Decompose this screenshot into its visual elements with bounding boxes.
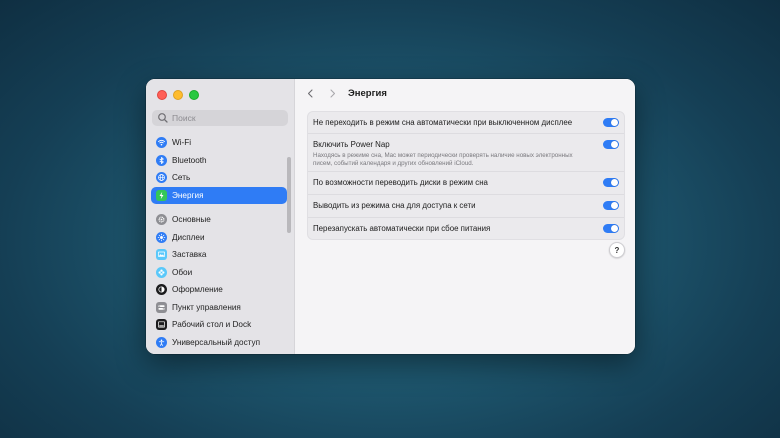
sidebar-item-bluetooth[interactable]: Bluetooth — [151, 152, 287, 170]
brightness-icon — [156, 231, 167, 243]
power-nap-toggle[interactable] — [603, 140, 619, 149]
sidebar-nav: Wi-Fi Bluetooth Сеть Энергия Основные Ди… — [151, 134, 287, 351]
forward-button[interactable] — [324, 85, 340, 101]
setting-text: Включить Power Nap Находясь в режиме сна… — [308, 134, 624, 168]
sidebar-item-general[interactable]: Основные — [151, 211, 287, 229]
disk-sleep-toggle[interactable] — [603, 178, 619, 187]
sidebar-item-wallpaper[interactable]: Обои — [151, 264, 287, 282]
setting-label: По возможности переводить диски в режим … — [313, 178, 488, 187]
settings-window: Wi-Fi Bluetooth Сеть Энергия — [146, 79, 635, 354]
sidebar-item-label: Обои — [172, 267, 193, 277]
setting-row-disk-sleep: По возможности переводить диски в режим … — [308, 171, 624, 194]
setting-label: Выводить из режима сна для доступа к сет… — [313, 201, 476, 210]
page-title: Энергия — [348, 87, 387, 99]
sidebar-item-wifi[interactable]: Wi-Fi — [151, 134, 287, 152]
sidebar-item-label: Рабочий стол и Dock — [172, 320, 252, 330]
sidebar-item-desktop-dock[interactable]: Рабочий стол и Dock — [151, 316, 287, 334]
flower-icon — [156, 266, 167, 278]
sidebar-item-label: Основные — [172, 215, 211, 225]
sidebar-item-network[interactable]: Сеть — [151, 169, 287, 187]
setting-text: Выводить из режима сна для доступа к сет… — [308, 195, 624, 211]
search-input[interactable] — [170, 113, 282, 123]
sidebar-item-displays[interactable]: Дисплеи — [151, 229, 287, 247]
search-field[interactable] — [152, 110, 288, 126]
sidebar-item-label: Дисплеи — [172, 232, 205, 242]
setting-label: Перезапускать автоматически при сбое пит… — [313, 224, 491, 233]
sidebar-item-label: Универсальный доступ — [172, 337, 261, 347]
setting-text: Не переходить в режим сна автоматически … — [308, 112, 624, 128]
sidebar-item-energy[interactable]: Энергия — [151, 186, 287, 204]
wake-network-toggle[interactable] — [603, 201, 619, 210]
sidebar-item-label: Заставка — [172, 250, 207, 260]
setting-row-prevent-sleep: Не переходить в режим сна автоматически … — [308, 112, 624, 133]
control-center-icon — [156, 301, 167, 313]
help-button[interactable]: ? — [609, 242, 625, 258]
setting-row-auto-restart: Перезапускать автоматически при сбое пит… — [308, 217, 624, 239]
sidebar-item-label: Энергия — [172, 190, 204, 200]
auto-restart-toggle[interactable] — [603, 224, 619, 233]
zoom-window-button[interactable] — [189, 90, 199, 100]
window-controls — [157, 90, 199, 100]
chevron-left-icon — [307, 88, 313, 98]
battery-bolt-icon — [156, 189, 167, 201]
search-icon — [158, 113, 168, 123]
setting-text: Перезапускать автоматически при сбое пит… — [308, 218, 624, 234]
setting-label: Не переходить в режим сна автоматически … — [313, 118, 573, 127]
setting-text: По возможности переводить диски в режим … — [308, 172, 624, 188]
content-pane: Энергия Не переходить в режим сна автома… — [295, 79, 635, 354]
setting-row-wake-network: Выводить из режима сна для доступа к сет… — [308, 194, 624, 217]
setting-label: Включить Power Nap — [313, 140, 390, 149]
sidebar: Wi-Fi Bluetooth Сеть Энергия — [146, 79, 295, 354]
wifi-icon — [156, 137, 167, 149]
sidebar-item-screensaver[interactable]: Заставка — [151, 246, 287, 264]
sidebar-item-accessibility[interactable]: Универсальный доступ — [151, 334, 287, 352]
sidebar-item-label: Wi-Fi — [172, 138, 192, 148]
setting-description: Находясь в режиме сна, Mac может периоди… — [313, 152, 573, 167]
sidebar-item-control-center[interactable]: Пункт управления — [151, 299, 287, 317]
close-window-button[interactable] — [157, 90, 167, 100]
sidebar-item-label: Оформление — [172, 285, 223, 295]
appearance-icon — [156, 284, 167, 296]
dock-icon — [156, 319, 167, 331]
globe-icon — [156, 172, 167, 184]
minimize-window-button[interactable] — [173, 90, 183, 100]
sidebar-item-label: Сеть — [172, 173, 191, 183]
sidebar-item-label: Пункт управления — [172, 302, 241, 312]
settings-group: Не переходить в режим сна автоматически … — [307, 111, 625, 240]
bluetooth-icon — [156, 154, 167, 166]
prevent-sleep-toggle[interactable] — [603, 118, 619, 127]
sidebar-scrollbar[interactable] — [287, 157, 291, 233]
sidebar-item-label: Bluetooth — [172, 155, 207, 165]
chevron-right-icon — [329, 88, 335, 98]
gear-icon — [156, 214, 167, 226]
screensaver-icon — [156, 249, 167, 261]
sidebar-item-appearance[interactable]: Оформление — [151, 281, 287, 299]
setting-row-power-nap: Включить Power Nap Находясь в режиме сна… — [308, 133, 624, 171]
back-button[interactable] — [302, 85, 318, 101]
toolbar: Энергия — [295, 79, 635, 107]
accessibility-icon — [156, 336, 167, 348]
